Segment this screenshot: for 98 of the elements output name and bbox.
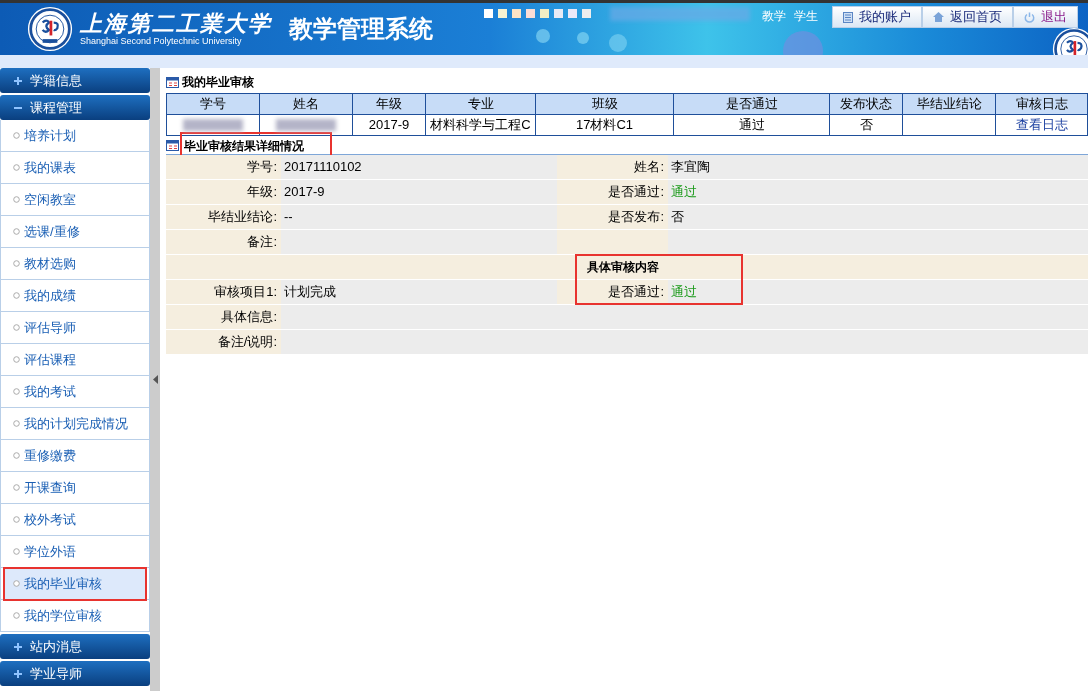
bullet-icon bbox=[13, 356, 20, 363]
menu-item[interactable]: 我的成绩 bbox=[5, 280, 145, 311]
field-label: 备注: bbox=[166, 230, 281, 255]
bullet-icon bbox=[13, 420, 20, 427]
account-button[interactable]: 我的账户 bbox=[832, 6, 922, 28]
menu-group-header[interactable]: 课程管理 bbox=[0, 95, 150, 120]
table-cell: 2017-9 bbox=[368, 117, 410, 133]
menu-item[interactable]: 校外考试 bbox=[5, 504, 145, 535]
table-cell: 通过 bbox=[738, 117, 765, 133]
bullet-icon bbox=[13, 548, 20, 555]
bullet-icon bbox=[13, 452, 20, 459]
field-value: 20171110102 bbox=[281, 155, 557, 180]
menu-item[interactable]: 我的课表 bbox=[5, 152, 145, 183]
bullet-icon bbox=[13, 516, 20, 523]
field-label: 是否通过: bbox=[557, 180, 668, 205]
menu-group-header[interactable]: 站内消息 bbox=[0, 634, 150, 659]
bullet-icon bbox=[13, 580, 20, 587]
column-header: 专业 bbox=[425, 93, 536, 115]
status-value: 通过 bbox=[668, 180, 1088, 205]
column-header: 毕结业结论 bbox=[902, 93, 996, 115]
bullet-icon bbox=[13, 484, 20, 491]
bullet-icon bbox=[13, 612, 20, 619]
theme-swatch[interactable] bbox=[512, 9, 521, 18]
school-name-english: Shanghai Second Polytechnic University bbox=[80, 35, 243, 47]
plus-icon bbox=[14, 669, 22, 678]
field-label: 审核项目1: bbox=[166, 280, 281, 305]
menu-item[interactable]: 我的考试 bbox=[5, 376, 145, 407]
field-value: 李宜陶 bbox=[668, 155, 1088, 180]
university-logo-icon bbox=[27, 6, 73, 52]
menu-item[interactable]: 评估导师 bbox=[5, 312, 145, 343]
role-label: 学生 bbox=[794, 8, 818, 25]
menu-item[interactable]: 空闲教室 bbox=[5, 184, 145, 215]
table-cell: 材料科学与工程C bbox=[430, 117, 531, 133]
menu-group-header[interactable]: 学业导师 bbox=[0, 661, 150, 686]
table-cell: 否 bbox=[859, 117, 873, 133]
subsection-title: 具体审核内容 bbox=[166, 255, 1088, 280]
bullet-icon bbox=[13, 132, 20, 139]
power-icon bbox=[1024, 11, 1035, 23]
field-value: 计划完成 bbox=[281, 280, 557, 305]
column-header: 是否通过 bbox=[673, 93, 830, 115]
school-name: 上海第二工業大学 bbox=[80, 11, 272, 35]
menu-item[interactable]: 选课/重修 bbox=[5, 216, 145, 247]
bullet-icon bbox=[13, 260, 20, 267]
section-title: 我的毕业审核 bbox=[182, 74, 254, 91]
column-header: 年级 bbox=[352, 93, 426, 115]
bullet-icon bbox=[13, 324, 20, 331]
bullet-icon bbox=[13, 196, 20, 203]
theme-swatch[interactable] bbox=[568, 9, 577, 18]
field-label: 备注/说明: bbox=[166, 330, 281, 355]
home-button[interactable]: 返回首页 bbox=[922, 6, 1013, 28]
menu-item[interactable]: 我的计划完成情况 bbox=[5, 408, 145, 439]
document-icon bbox=[843, 11, 853, 23]
menu-item[interactable]: 培养计划 bbox=[5, 120, 145, 151]
section-title: 毕业审核结果详细情况 bbox=[182, 133, 330, 158]
plus-icon bbox=[14, 76, 22, 85]
table-icon bbox=[166, 76, 179, 88]
bullet-icon bbox=[13, 388, 20, 395]
column-header: 发布状态 bbox=[829, 93, 903, 115]
table-cell: 17材料C1 bbox=[575, 117, 634, 133]
field-value: 2017-9 bbox=[281, 180, 557, 205]
column-header: 学号 bbox=[166, 93, 260, 115]
menu-item[interactable]: 评估课程 bbox=[5, 344, 145, 375]
bullet-icon bbox=[13, 228, 20, 235]
table-icon bbox=[166, 140, 179, 151]
menu-item[interactable]: 我的毕业审核 bbox=[5, 568, 145, 599]
theme-swatch[interactable] bbox=[582, 9, 591, 18]
plus-icon bbox=[14, 642, 22, 651]
field-label: 是否通过: bbox=[557, 280, 668, 305]
field-label: 具体信息: bbox=[166, 305, 281, 330]
field-label: 是否发布: bbox=[557, 205, 668, 230]
menu-item[interactable]: 学位外语 bbox=[5, 536, 145, 567]
column-header: 班级 bbox=[535, 93, 674, 115]
theme-swatch[interactable] bbox=[526, 9, 535, 18]
field-label: 学号: bbox=[166, 155, 281, 180]
menu-item[interactable]: 教材选购 bbox=[5, 248, 145, 279]
field-label: 毕结业结论: bbox=[166, 205, 281, 230]
menu-item[interactable]: 重修缴费 bbox=[5, 440, 145, 471]
column-header: 姓名 bbox=[259, 93, 353, 115]
field-label: 年级: bbox=[166, 180, 281, 205]
bullet-icon bbox=[13, 164, 20, 171]
logout-button[interactable]: 退出 bbox=[1013, 6, 1078, 28]
home-icon bbox=[933, 12, 944, 22]
bullet-icon bbox=[13, 292, 20, 299]
caret-left-icon bbox=[152, 375, 158, 384]
menu-item[interactable]: 我的学位审核 bbox=[5, 600, 145, 631]
menu-group-header[interactable]: 学籍信息 bbox=[0, 68, 150, 93]
status-value: 通过 bbox=[668, 280, 1088, 305]
field-value: -- bbox=[281, 205, 557, 230]
field-label: 姓名: bbox=[557, 155, 668, 180]
column-header: 审核日志 bbox=[995, 93, 1088, 115]
field-value: 否 bbox=[668, 205, 1088, 230]
role-label: 教学 bbox=[762, 8, 786, 25]
menu-item[interactable]: 开课查询 bbox=[5, 472, 145, 503]
theme-swatch[interactable] bbox=[540, 9, 549, 18]
theme-swatch[interactable] bbox=[484, 9, 493, 18]
system-title: 教学管理系统 bbox=[289, 13, 433, 45]
theme-swatch[interactable] bbox=[554, 9, 563, 18]
theme-swatch[interactable] bbox=[498, 9, 507, 18]
